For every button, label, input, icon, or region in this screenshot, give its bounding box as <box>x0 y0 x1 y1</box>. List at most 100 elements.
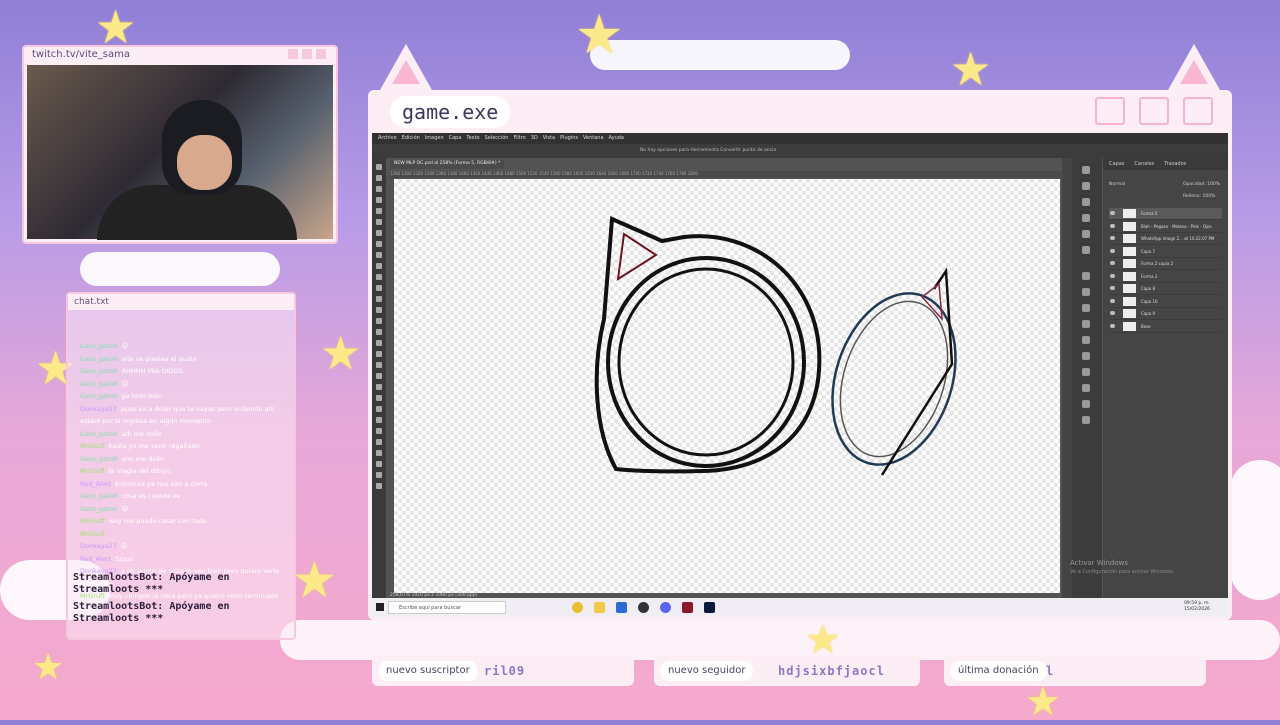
taskbar-search[interactable]: Escribe aquí para buscar <box>388 601 506 614</box>
fill-field[interactable]: Relleno: 100% <box>1183 194 1215 199</box>
tool-icon[interactable] <box>376 472 382 478</box>
layer-row[interactable]: Forma 2 <box>1109 271 1222 283</box>
tool-icon[interactable] <box>376 439 382 445</box>
tool-icon[interactable] <box>376 307 382 313</box>
tool-icon[interactable] <box>376 417 382 423</box>
visibility-eye-icon[interactable] <box>1110 286 1115 290</box>
document-tab[interactable]: NEW MLP OC.psd al 258% (Forma 5, RGB/8#)… <box>390 160 505 169</box>
tool-icon[interactable] <box>376 186 382 192</box>
star-decoration: ★ <box>1025 679 1061 725</box>
layer-row[interactable]: Forma 5 <box>1109 208 1222 220</box>
tool-icon[interactable] <box>376 252 382 258</box>
tool-icon[interactable] <box>376 384 382 390</box>
layer-row[interactable]: Capa 10 <box>1109 296 1222 308</box>
discord-icon[interactable] <box>660 602 671 613</box>
visibility-eye-icon[interactable] <box>1110 311 1115 315</box>
tool-icon[interactable] <box>376 274 382 280</box>
windows-start-icon[interactable] <box>376 603 384 611</box>
store-icon[interactable] <box>616 602 627 613</box>
tool-icon[interactable] <box>376 208 382 214</box>
panel-icon[interactable] <box>1082 246 1090 254</box>
tool-icon[interactable] <box>376 263 382 269</box>
folder-icon[interactable] <box>594 602 605 613</box>
menu-item[interactable]: Archivo <box>378 135 397 141</box>
scroll-gutter[interactable] <box>1062 158 1072 598</box>
layer-row[interactable]: Capa 8 <box>1109 283 1222 295</box>
tool-icon[interactable] <box>376 197 382 203</box>
menu-item[interactable]: Imagen <box>425 135 444 141</box>
panel-icon[interactable] <box>1082 304 1090 312</box>
blend-mode-select[interactable]: Normal <box>1109 182 1125 187</box>
layer-row[interactable]: Capa 9 <box>1109 308 1222 320</box>
panel-icon[interactable] <box>1082 368 1090 376</box>
menu-item[interactable]: Plugins <box>560 135 578 141</box>
menu-item[interactable]: Vista <box>543 135 555 141</box>
panel-icon[interactable] <box>1082 166 1090 174</box>
tool-icon[interactable] <box>376 428 382 434</box>
tool-icon[interactable] <box>376 362 382 368</box>
visibility-eye-icon[interactable] <box>1110 236 1115 240</box>
tool-icon[interactable] <box>376 296 382 302</box>
visibility-eye-icon[interactable] <box>1110 211 1115 215</box>
tool-icon[interactable] <box>376 329 382 335</box>
tool-icon[interactable] <box>376 406 382 412</box>
visibility-eye-icon[interactable] <box>1110 223 1115 228</box>
panel-icon[interactable] <box>1082 288 1090 296</box>
visibility-eye-icon[interactable] <box>1110 323 1115 328</box>
panel-tab[interactable]: Capas <box>1109 161 1124 167</box>
panel-tab[interactable]: Trazados <box>1164 161 1186 167</box>
menu-item[interactable]: Ayuda <box>609 135 624 141</box>
menu-item[interactable]: Filtro <box>513 135 525 141</box>
tool-icon[interactable] <box>376 285 382 291</box>
opacity-field[interactable]: Opacidad: 100% <box>1183 182 1220 187</box>
layer-row[interactable]: Base <box>1109 321 1222 333</box>
tool-icon[interactable] <box>376 395 382 401</box>
tool-icon[interactable] <box>376 340 382 346</box>
panel-icon[interactable] <box>1082 336 1090 344</box>
visibility-eye-icon[interactable] <box>1110 261 1115 265</box>
app-icon[interactable] <box>682 602 693 613</box>
photoshop-icon[interactable] <box>704 602 715 613</box>
chrome-icon[interactable] <box>572 602 583 613</box>
panel-tab[interactable]: Canales <box>1134 161 1154 167</box>
tool-icon[interactable] <box>376 483 382 489</box>
layer-row[interactable]: WhatsApp Image 2... at 10.22.07 PM <box>1109 233 1222 245</box>
panel-icon[interactable] <box>1082 198 1090 206</box>
menu-item[interactable]: Ventana <box>583 135 604 141</box>
chat-message: MrGruff <box>80 528 288 541</box>
menu-item[interactable]: Selección <box>485 135 509 141</box>
layer-row[interactable]: Capa 7 <box>1109 246 1222 258</box>
panel-icon[interactable] <box>1082 214 1090 222</box>
panel-icon[interactable] <box>1082 352 1090 360</box>
tool-icon[interactable] <box>376 351 382 357</box>
menu-item[interactable]: Texto <box>466 135 479 141</box>
panel-icon[interactable] <box>1082 230 1090 238</box>
tool-icon[interactable] <box>376 318 382 324</box>
tool-icon[interactable] <box>376 230 382 236</box>
tool-icon[interactable] <box>376 164 382 170</box>
tool-icon[interactable] <box>376 450 382 456</box>
panel-icon[interactable] <box>1082 400 1090 408</box>
layer-name: Base <box>1141 323 1151 329</box>
panel-icon[interactable] <box>1082 182 1090 190</box>
menu-item[interactable]: Capa <box>449 135 462 141</box>
tool-icon[interactable] <box>376 175 382 181</box>
panel-icon[interactable] <box>1082 320 1090 328</box>
visibility-eye-icon[interactable] <box>1110 248 1115 253</box>
layer-row[interactable]: Forma 2 copia 2 <box>1109 258 1222 270</box>
tool-icon[interactable] <box>376 219 382 225</box>
tool-icon[interactable] <box>376 461 382 467</box>
menu-item[interactable]: Edición <box>402 135 420 141</box>
panel-icon[interactable] <box>1082 272 1090 280</box>
obs-icon[interactable] <box>638 602 649 613</box>
visibility-eye-icon[interactable] <box>1110 298 1115 303</box>
menu-item[interactable]: 3D <box>531 135 538 141</box>
panel-icon[interactable] <box>1082 416 1090 424</box>
canvas[interactable] <box>394 179 1060 593</box>
visibility-eye-icon[interactable] <box>1110 273 1115 278</box>
panel-icon[interactable] <box>1082 384 1090 392</box>
tool-icon[interactable] <box>376 373 382 379</box>
tool-icon[interactable] <box>376 241 382 247</box>
chat-username: Donkayo27 <box>80 404 117 413</box>
layer-row[interactable]: Blah - Pegaso - Melana - Pink - Ojos <box>1109 221 1222 233</box>
